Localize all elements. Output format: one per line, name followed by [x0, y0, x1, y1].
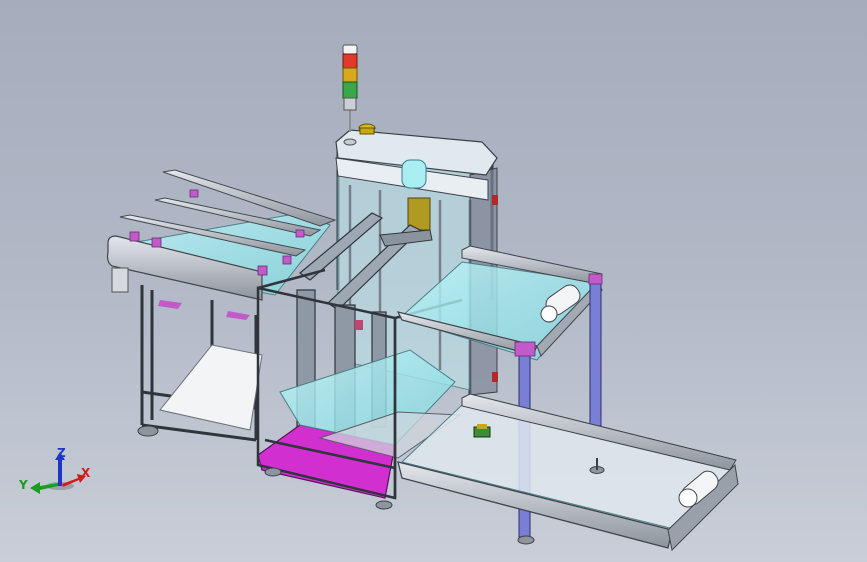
tower-top-cylinder: [401, 159, 427, 189]
stack-light-icon[interactable]: [342, 44, 358, 132]
tower-cable-gland: [343, 138, 357, 146]
caster-foot-icon: [137, 425, 159, 437]
tower-sensor: [355, 320, 363, 330]
left-tabs: [158, 300, 250, 320]
coordinate-triad-icon[interactable]: Z X Y: [18, 446, 98, 506]
lower-right-conveyor[interactable]: [397, 393, 739, 552]
caster-foot-icon: [517, 535, 535, 545]
caster-foot-icon: [375, 500, 393, 510]
triad-y-label: Y: [19, 478, 28, 492]
left-motor-block: [111, 267, 129, 293]
caster-foot-icon: [264, 467, 282, 477]
triad-z-label: Z: [57, 446, 66, 460]
cad-viewport[interactable]: Z X Y: [0, 0, 867, 562]
cad-model[interactable]: [0, 0, 867, 562]
emergency-stop-icon[interactable]: [358, 123, 376, 135]
left-stand-shelf: [159, 344, 263, 431]
tower-sensor-lower: [492, 372, 498, 382]
tower-sensor-right: [492, 195, 498, 205]
triad-x-label: X: [81, 466, 91, 480]
